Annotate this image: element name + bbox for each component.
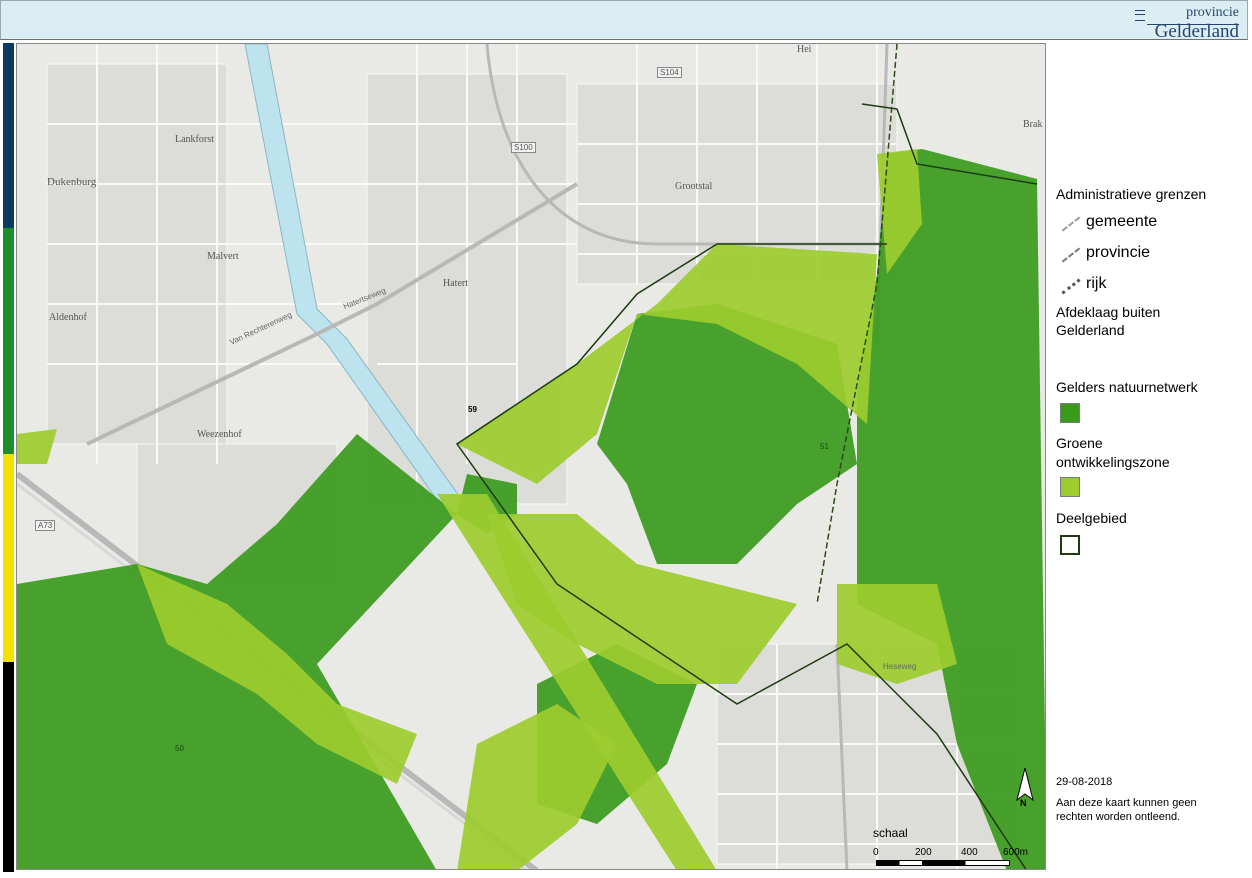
scale-tick-label: 600m — [1003, 847, 1029, 858]
logo-bottom-text: Gelderland — [1154, 21, 1239, 42]
deelgebied-swatch — [1060, 535, 1080, 555]
road-shield: S100 — [511, 142, 536, 153]
legend-groene-line2: ontwikkelingszone — [1056, 454, 1170, 470]
road-label: Heseweg — [883, 662, 917, 671]
bottom-strip — [0, 872, 1252, 878]
map-canvas[interactable]: Hei Lankforst Dukenburg Malvert Aldenhof… — [16, 43, 1046, 870]
place-label: Malvert — [207, 251, 239, 262]
legend-afdeklaag-line2: Gelderland — [1056, 322, 1125, 338]
legend-deelgebied-label: Deelgebied — [1056, 510, 1127, 526]
road-shield: S104 — [657, 67, 682, 78]
disclaimer-line2: rechten worden ontleend. — [1056, 811, 1181, 823]
area-label: 59 — [468, 405, 477, 414]
scale-tick-label: 400 — [961, 847, 978, 858]
legend-rijk: rijk — [1086, 275, 1107, 292]
header-bar: provincie Gelderland — [0, 0, 1248, 42]
natuurnetwerk-swatch — [1060, 403, 1080, 423]
place-label: Weezenhof — [197, 429, 242, 440]
rijk-line-icon — [1061, 278, 1081, 295]
legend-natuurnetwerk-label: Gelders natuurnetwerk — [1056, 379, 1198, 395]
place-label: Lankforst — [175, 134, 214, 145]
area-label: 51 — [820, 442, 829, 451]
north-arrow: N — [1015, 766, 1035, 812]
place-label: Grootstal — [675, 181, 713, 192]
disclaimer-line1: Aan deze kaart kunnen geen — [1056, 797, 1197, 809]
gemeente-line-icon — [1061, 216, 1081, 232]
north-label: N — [1020, 798, 1027, 808]
scale-title: schaal — [873, 826, 908, 840]
legend-groene-line1: Groene — [1056, 435, 1103, 451]
provincie-line-icon — [1061, 247, 1081, 263]
map-date: 29-08-2018 — [1056, 776, 1113, 788]
scale-tick-label: 200 — [915, 847, 932, 858]
legend-gemeente: gemeente — [1086, 213, 1158, 230]
place-label: Hatert — [443, 278, 468, 289]
scale-bar-graphic — [876, 860, 1010, 866]
place-label: Aldenhof — [49, 312, 87, 323]
scale-tick-label: 0 — [873, 847, 879, 858]
place-label: Brak — [1023, 119, 1043, 130]
place-label: Dukenburg — [47, 176, 97, 188]
provincie-gelderland-logo[interactable]: provincie Gelderland — [1133, 5, 1239, 42]
legend-panel: Administratieve grenzen gemeente provinc… — [1048, 43, 1248, 873]
place-label: Hei — [797, 44, 812, 55]
ontwikkelingszone-swatch — [1060, 477, 1080, 497]
logo-top-text: provincie — [1186, 5, 1239, 20]
map-svg — [17, 44, 1045, 869]
area-label: 50 — [175, 744, 184, 753]
legend-provincie: provincie — [1086, 244, 1151, 261]
road-shield: A73 — [35, 520, 56, 531]
side-bar-yellow — [3, 454, 14, 662]
side-bar-blue — [3, 43, 14, 228]
legend-admin-title: Administratieve grenzen — [1056, 186, 1207, 202]
side-bar-green — [3, 228, 14, 454]
scale-bar: schaal 0 200 400 600m — [873, 826, 1033, 866]
legend-afdeklaag-line1: Afdeklaag buiten — [1056, 304, 1161, 320]
side-bar-black — [3, 662, 14, 872]
